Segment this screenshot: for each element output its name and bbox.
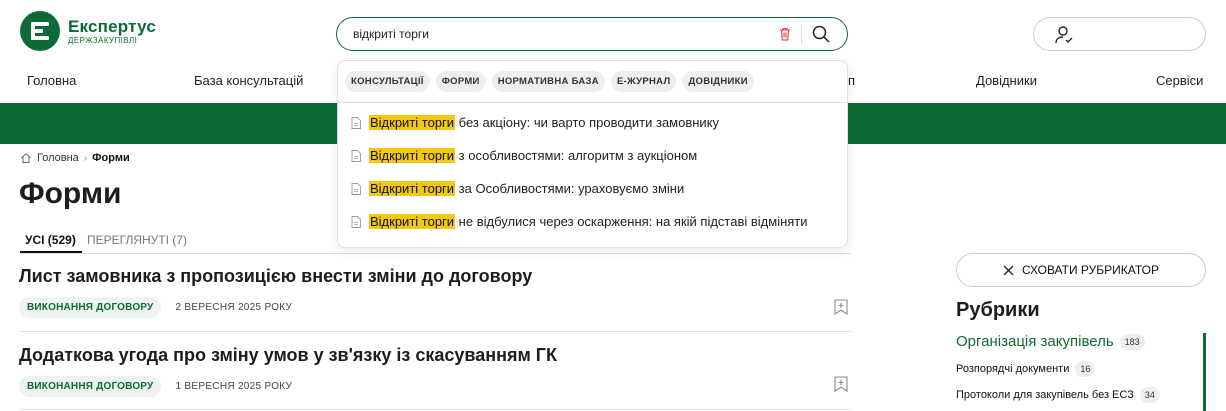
nav-item-partial[interactable]: п	[848, 73, 855, 88]
rubric-count: 34	[1139, 387, 1160, 403]
hide-rubricator-button[interactable]: СХОВАТИ РУБРИКАТОР	[956, 253, 1206, 287]
breadcrumb-current: Форми	[92, 152, 130, 164]
rubrics-title: Рубрики	[956, 299, 1040, 321]
article-divider	[19, 331, 851, 332]
article-tag[interactable]: ВИКОНАННЯ ДОГОВОРУ	[19, 297, 162, 318]
rubric-label: Розпорядчі документи	[956, 363, 1070, 375]
rubric-label: Протоколи для закупівель без ЕСЗ	[956, 389, 1134, 401]
chip-references[interactable]: ДОВІДНИКИ	[682, 71, 754, 92]
rubric-count: 16	[1075, 361, 1096, 377]
suggestion-highlight: Відкриті торги	[369, 115, 456, 130]
logo[interactable]: Експертус ДЕРЖЗАКУПІВЛІ	[20, 11, 156, 51]
rubric-label: Організація закупівель	[956, 333, 1114, 350]
rubric-item[interactable]: Організація закупівель 183	[956, 333, 1145, 350]
document-icon	[351, 182, 361, 195]
nav-item-consultations[interactable]: База консультацій	[194, 73, 303, 88]
article-divider	[19, 409, 851, 410]
logo-mark-icon	[20, 11, 60, 51]
search-suggestion[interactable]: Відкриті торги за Особливостями: урахову…	[351, 181, 684, 196]
article-title[interactable]: Додаткова угода про зміну умов у зв'язку…	[19, 345, 851, 366]
suggestion-highlight: Відкриті торги	[369, 181, 456, 196]
suggestion-text: без акціону: чи варто проводити замовник…	[455, 115, 720, 130]
nav-item-references[interactable]: Довідники	[976, 73, 1037, 88]
document-icon	[351, 215, 361, 228]
article-title[interactable]: Лист замовника з пропозицією внести змін…	[19, 266, 851, 287]
breadcrumb-separator-icon: ›	[83, 152, 88, 164]
article-tag[interactable]: ВИКОНАННЯ ДОГОВОРУ	[19, 376, 162, 397]
suggestion-text: за Особливостями: ураховуємо зміни	[455, 181, 685, 196]
chip-ejournal[interactable]: Е-ЖУРНАЛ	[610, 71, 677, 92]
chip-consultations[interactable]: КОНСУЛЬТАЦІЇ	[345, 71, 430, 92]
search-suggestions-dropdown: КОНСУЛЬТАЦІЇ ФОРМИ НОРМАТИВНА БАЗА Е-ЖУР…	[337, 60, 848, 248]
search-suggestion[interactable]: Відкриті торги з особливостями: алгоритм…	[351, 148, 697, 163]
hide-rubricator-label: СХОВАТИ РУБРИКАТОР	[1022, 263, 1159, 277]
tabs-divider	[20, 253, 851, 254]
list-item: Лист замовника з пропозицією внести змін…	[19, 266, 851, 318]
rubric-scroll-indicator	[1203, 333, 1206, 411]
page-title: Форми	[19, 177, 122, 210]
tab-viewed[interactable]: ПЕРЕГЛЯНУТІ (7)	[87, 233, 187, 247]
search-divider	[801, 24, 802, 44]
list-item: Додаткова угода про зміну умов у зв'язку…	[19, 345, 851, 397]
user-icon	[1055, 26, 1073, 44]
trash-icon[interactable]	[779, 27, 791, 41]
suggestion-highlight: Відкриті торги	[369, 214, 456, 229]
breadcrumb: Головна › Форми	[20, 152, 130, 164]
search-suggestion[interactable]: Відкриті торги без акціону: чи варто про…	[351, 115, 719, 130]
search-suggestion[interactable]: Відкриті торги не відбулися через оскарж…	[351, 214, 808, 229]
logo-subtitle: ДЕРЖЗАКУПІВЛІ	[68, 35, 138, 45]
chip-normative-base[interactable]: НОРМАТИВНА БАЗА	[491, 71, 605, 92]
document-icon	[351, 149, 361, 162]
nav-item-home[interactable]: Головна	[27, 73, 76, 88]
home-icon	[21, 153, 31, 163]
chip-forms[interactable]: ФОРМИ	[435, 71, 486, 92]
user-button[interactable]	[1033, 17, 1206, 51]
rubric-count: 183	[1119, 333, 1145, 350]
suggestion-text: з особливостями: алгоритм з аукціоном	[455, 148, 698, 163]
search-category-chips: КОНСУЛЬТАЦІЇ ФОРМИ НОРМАТИВНА БАЗА Е-ЖУР…	[345, 71, 754, 92]
suggestion-text: не відбулися через оскарження: на якій п…	[455, 214, 808, 229]
article-date: 1 ВЕРЕСНЯ 2025 РОКУ	[175, 381, 293, 392]
nav-item-services[interactable]: Сервіси	[1156, 73, 1203, 88]
search-icon[interactable]	[811, 24, 831, 44]
search-input[interactable]	[353, 25, 753, 43]
rubric-item[interactable]: Протоколи для закупівель без ЕСЗ 34	[956, 387, 1160, 403]
document-icon	[351, 116, 361, 129]
breadcrumb-home[interactable]: Головна	[37, 152, 79, 164]
close-icon	[1003, 265, 1014, 275]
search-box	[336, 17, 848, 51]
bookmark-icon[interactable]	[834, 376, 848, 392]
suggestion-highlight: Відкриті торги	[369, 148, 456, 163]
bookmark-icon[interactable]	[834, 299, 848, 315]
tab-all[interactable]: УСІ (529)	[25, 233, 76, 247]
logo-title: Експертус	[68, 16, 156, 36]
dropdown-divider	[338, 102, 847, 103]
rubric-item[interactable]: Розпорядчі документи 16	[956, 361, 1096, 377]
article-date: 2 ВЕРЕСНЯ 2025 РОКУ	[175, 302, 293, 313]
